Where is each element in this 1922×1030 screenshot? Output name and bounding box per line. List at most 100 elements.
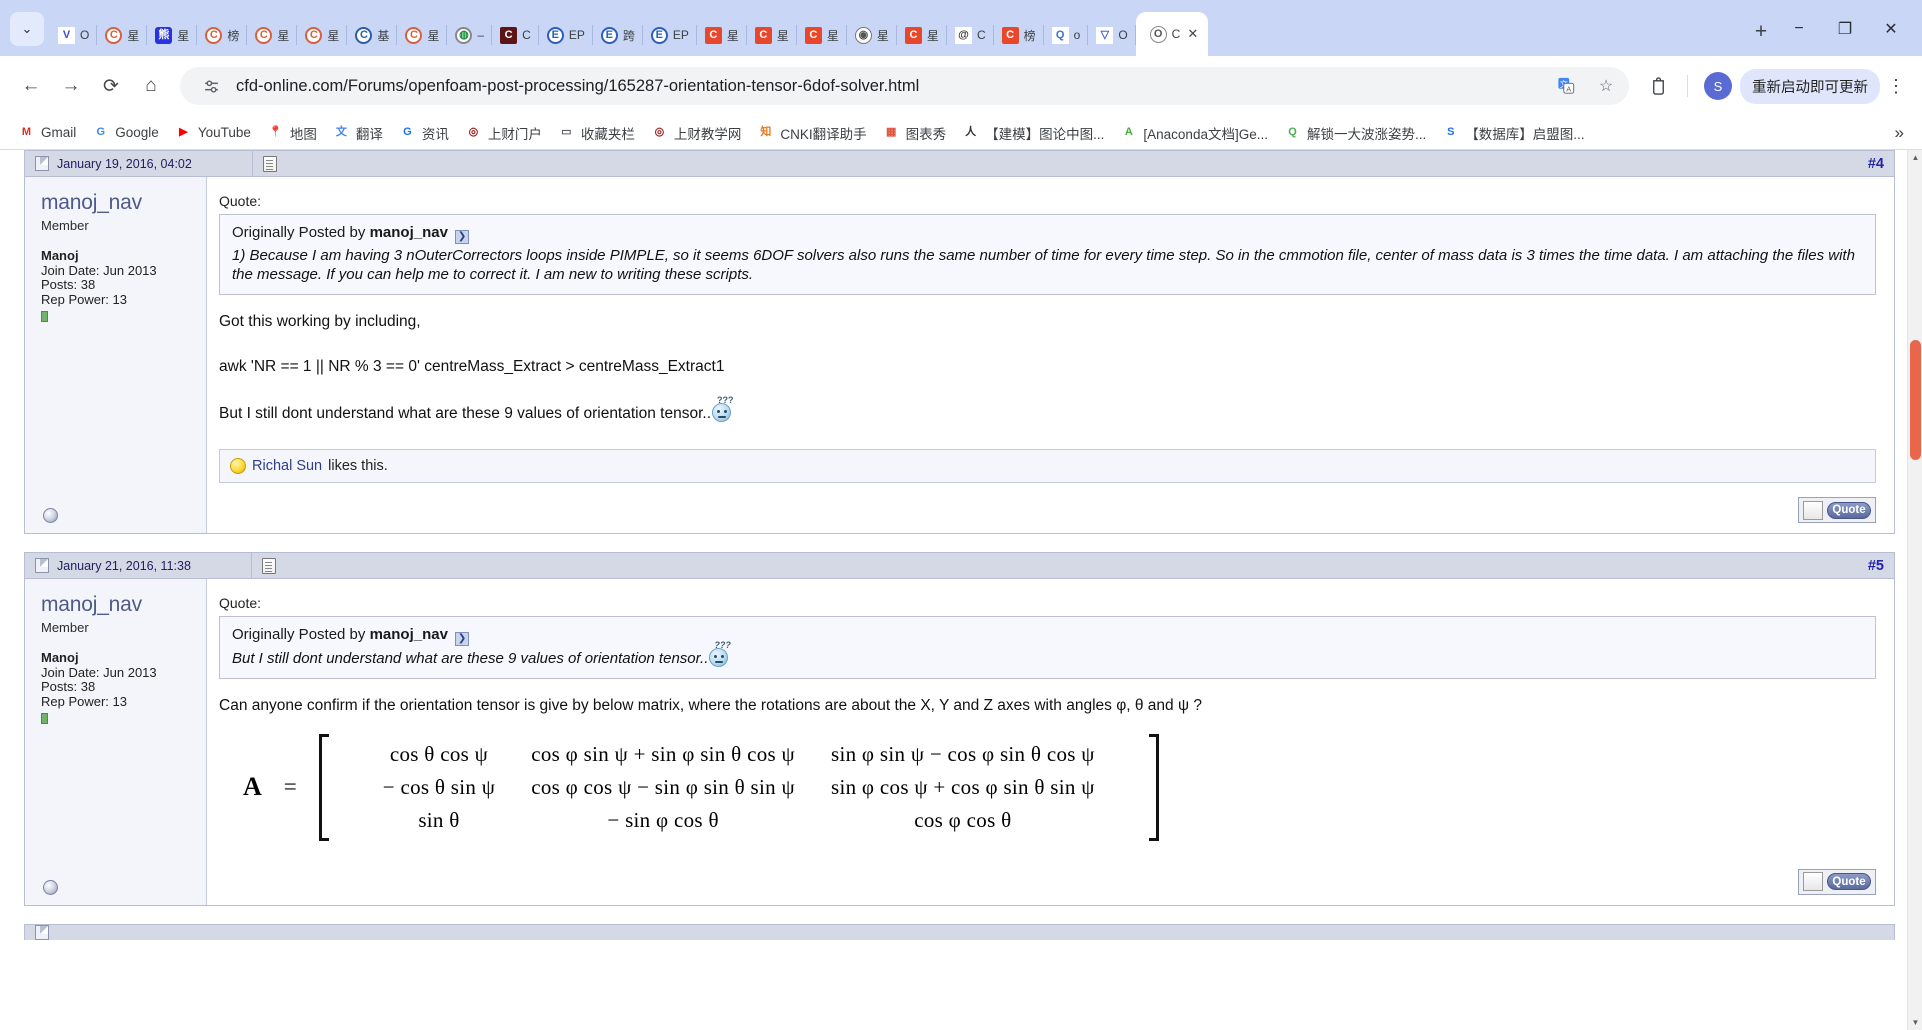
browser-tab[interactable]: C星 bbox=[397, 14, 447, 56]
tab-title: C bbox=[522, 28, 531, 42]
bookmark-item[interactable]: ▭收藏夹栏 bbox=[550, 120, 643, 146]
new-tab-button[interactable]: + bbox=[1746, 17, 1776, 47]
browser-tab[interactable]: C基 bbox=[347, 14, 397, 56]
bookmarks-overflow-icon[interactable]: » bbox=[1887, 123, 1912, 143]
youtube-icon: ▶ bbox=[175, 124, 192, 141]
bookmark-item[interactable]: A[Anaconda文档]Ge... bbox=[1112, 120, 1276, 146]
bookmark-item[interactable]: ▶ YouTube bbox=[167, 121, 259, 144]
tab-favicon-icon: V bbox=[58, 27, 75, 44]
browser-tab[interactable]: C星 bbox=[247, 14, 297, 56]
browser-tab[interactable]: 熊星 bbox=[147, 14, 197, 56]
browser-tab[interactable]: ◉星 bbox=[847, 14, 897, 56]
extensions-icon[interactable] bbox=[1639, 67, 1677, 105]
bookmark-item[interactable]: 人【建模】图论中图... bbox=[954, 120, 1112, 146]
browser-tab[interactable]: E跨 bbox=[593, 14, 643, 56]
bookmark-item[interactable]: 文翻译 bbox=[325, 120, 391, 146]
tab-title: C bbox=[1172, 27, 1181, 41]
modeling-icon: 人 bbox=[962, 124, 979, 141]
browser-tab[interactable]: C星 bbox=[897, 14, 947, 56]
browser-tab[interactable]: C星 bbox=[797, 14, 847, 56]
browser-tab[interactable]: ▽O bbox=[1088, 14, 1135, 56]
quote-jump-icon[interactable]: ❯ bbox=[455, 632, 469, 646]
page-scrollbar[interactable]: ▲ ▼ bbox=[1907, 150, 1922, 1030]
scroll-up-arrow-icon[interactable]: ▲ bbox=[1908, 150, 1922, 165]
browser-tab[interactable]: C星 bbox=[297, 14, 347, 56]
scroll-down-arrow-icon[interactable]: ▼ bbox=[1908, 1015, 1922, 1030]
browser-tab[interactable]: @C bbox=[947, 14, 994, 56]
url-text: cfd-online.com/Forums/openfoam-post-proc… bbox=[236, 77, 1541, 96]
browser-tab[interactable]: ◍– bbox=[447, 14, 492, 56]
browser-tab[interactable]: OC ✕ bbox=[1136, 12, 1209, 56]
browser-tab[interactable]: C星 bbox=[97, 14, 147, 56]
matrix-cell: − cos θ sin ψ bbox=[365, 771, 513, 804]
quote-author[interactable]: manoj_nav bbox=[370, 626, 448, 643]
author-username[interactable]: manoj_nav bbox=[41, 191, 206, 215]
scrollbar-thumb[interactable] bbox=[1910, 340, 1921, 460]
browser-tab[interactable]: CC bbox=[492, 14, 539, 56]
profile-avatar[interactable]: S bbox=[1704, 72, 1732, 100]
bookmark-item[interactable]: S【数据库】启盟图... bbox=[1434, 120, 1592, 146]
maximize-button[interactable]: ❐ bbox=[1822, 14, 1868, 44]
tab-title: EP bbox=[673, 28, 689, 42]
tab-favicon-icon: ▽ bbox=[1096, 27, 1113, 44]
matrix-cell: cos φ cos ψ − sin φ sin θ sin ψ bbox=[513, 771, 813, 804]
matrix-cell: sin φ cos ψ + cos φ sin θ sin ψ bbox=[813, 771, 1113, 804]
tab-close-icon[interactable]: ✕ bbox=[1187, 26, 1198, 42]
browser-tab[interactable]: C榜 bbox=[197, 14, 247, 56]
back-icon[interactable]: ← bbox=[12, 67, 50, 105]
browser-menu-icon[interactable]: ⋮ bbox=[1882, 69, 1910, 103]
reload-icon[interactable]: ⟳ bbox=[92, 67, 130, 105]
translate-icon[interactable]: 文A bbox=[1551, 71, 1581, 101]
post-date: January 21, 2016, 11:38 bbox=[57, 559, 191, 573]
quote-jump-icon[interactable]: ❯ bbox=[455, 230, 469, 244]
browser-tab[interactable]: C榜 bbox=[994, 14, 1044, 56]
liker-name[interactable]: Richal Sun bbox=[252, 458, 322, 474]
bookmark-item[interactable]: G资讯 bbox=[391, 120, 457, 146]
quote-paper-icon bbox=[1803, 501, 1823, 520]
browser-tab[interactable]: C星 bbox=[697, 14, 747, 56]
tab-search-chevron-down-icon[interactable]: ⌄ bbox=[10, 12, 44, 46]
update-button[interactable]: 重新启动即可更新 bbox=[1740, 69, 1880, 104]
browser-tab[interactable]: VO bbox=[50, 14, 97, 56]
quote-button-label: Quote bbox=[1827, 502, 1871, 519]
bookmark-item[interactable]: MGmail bbox=[10, 121, 84, 144]
site-settings-icon[interactable] bbox=[196, 71, 226, 101]
browser-tab[interactable]: EEP bbox=[539, 14, 593, 56]
reputation-bar bbox=[41, 713, 48, 724]
next-post-partial bbox=[24, 924, 1895, 940]
quote-prefix: Originally Posted by bbox=[232, 626, 365, 643]
bookmark-label: YouTube bbox=[198, 125, 251, 140]
close-button[interactable]: ✕ bbox=[1868, 14, 1914, 44]
post-number[interactable]: #5 bbox=[1868, 558, 1884, 574]
forward-icon[interactable]: → bbox=[52, 67, 90, 105]
bookmark-item[interactable]: ▦图表秀 bbox=[875, 120, 955, 146]
quote-author[interactable]: manoj_nav bbox=[370, 224, 448, 241]
home-icon[interactable]: ⌂ bbox=[132, 67, 170, 105]
bookmark-item[interactable]: ◎上财教学网 bbox=[643, 120, 750, 146]
tab-favicon-icon: C bbox=[105, 27, 122, 44]
post-document-icon bbox=[262, 558, 276, 574]
page-viewport: January 19, 2016, 04:02 #4 manoj_nav Mem… bbox=[0, 150, 1922, 1030]
author-username[interactable]: manoj_nav bbox=[41, 593, 206, 617]
tab-favicon-icon: C bbox=[355, 27, 372, 44]
address-bar[interactable]: cfd-online.com/Forums/openfoam-post-proc… bbox=[180, 67, 1629, 105]
browser-tab[interactable]: C星 bbox=[747, 14, 797, 56]
browser-tab[interactable]: Qo bbox=[1044, 14, 1089, 56]
quote-button[interactable]: Quote bbox=[1798, 497, 1876, 523]
browser-tab[interactable]: EEP bbox=[643, 14, 697, 56]
post-content: Quote: Originally Posted by manoj_nav ❯ … bbox=[207, 177, 1894, 533]
bookmark-item[interactable]: 📍地图 bbox=[259, 120, 325, 146]
tab-favicon-icon: O bbox=[1150, 26, 1167, 43]
minimize-button[interactable]: − bbox=[1776, 14, 1822, 44]
bookmark-item[interactable]: ◎上财门户 bbox=[457, 120, 550, 146]
orientation-tensor-matrix: A = cos θ cos ψ cos φ sin ψ + sin φ sin … bbox=[219, 724, 1876, 855]
bookmark-item[interactable]: GGoogle bbox=[84, 121, 167, 144]
offline-status-icon bbox=[43, 508, 58, 523]
tab-title: 星 bbox=[727, 27, 739, 44]
post-number[interactable]: #4 bbox=[1868, 156, 1884, 172]
bookmark-item[interactable]: 知CNKI翻译助手 bbox=[749, 120, 874, 146]
bookmark-label: 上财门户 bbox=[488, 123, 542, 143]
quote-button[interactable]: Quote bbox=[1798, 869, 1876, 895]
bookmark-item[interactable]: Q解锁一大波涨姿势... bbox=[1276, 120, 1434, 146]
bookmark-star-icon[interactable]: ☆ bbox=[1591, 71, 1621, 101]
